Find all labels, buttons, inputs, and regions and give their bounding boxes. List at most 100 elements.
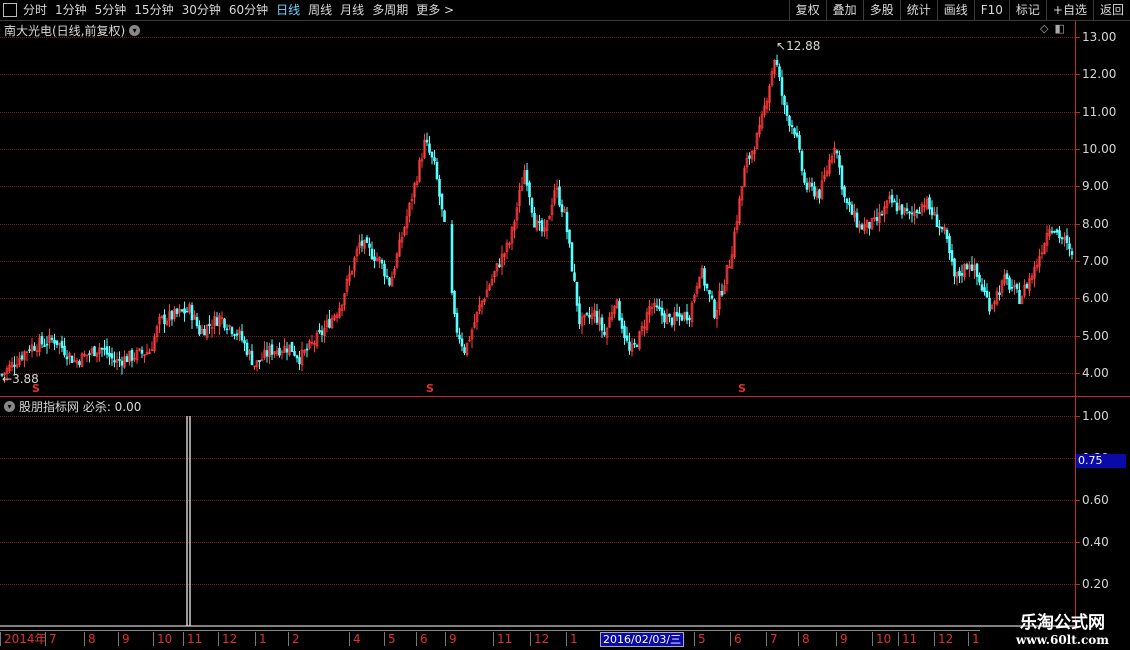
candle-body	[793, 128, 796, 135]
candle-body	[463, 347, 466, 354]
candle-body	[453, 290, 456, 315]
date-label: 12	[218, 632, 237, 646]
candle-body	[600, 317, 604, 331]
candle-body	[1058, 230, 1061, 239]
date-label: 7	[766, 632, 778, 646]
menu-square-icon[interactable]	[3, 3, 17, 17]
date-label: 10	[153, 632, 172, 646]
candle-body	[50, 337, 54, 340]
candle-body	[125, 356, 129, 363]
candle-body	[855, 212, 859, 228]
candle-body	[978, 274, 981, 283]
candle-body	[105, 346, 109, 355]
candle-body	[710, 295, 714, 299]
price-tick: 11.00	[1082, 104, 1117, 119]
toolbar-button[interactable]: 标记	[1008, 0, 1046, 20]
period-tab[interactable]: 日线	[272, 0, 304, 20]
price-tick: 12.00	[1082, 67, 1117, 82]
period-tab[interactable]: 60分钟	[225, 0, 272, 20]
axis-tick-mark	[1076, 186, 1080, 188]
candle-body	[388, 277, 391, 286]
candle-body	[100, 348, 104, 350]
candle-body	[628, 341, 631, 351]
candle-body	[530, 198, 534, 213]
date-label: 8	[798, 632, 810, 646]
date-label: 1	[255, 632, 267, 646]
period-tab[interactable]: 周线	[304, 0, 336, 20]
candle-body	[893, 200, 896, 203]
candle-body	[960, 273, 964, 276]
candle-body	[1018, 290, 1021, 305]
period-tab[interactable]: 多周期	[368, 0, 412, 20]
candle-body	[425, 139, 429, 143]
date-label: 5	[694, 632, 706, 646]
axis-tick-mark	[1076, 500, 1080, 501]
period-tab[interactable]: 15分钟	[130, 0, 177, 20]
indicator-tick: 0.40	[1082, 535, 1109, 549]
period-tab[interactable]: 月线	[336, 0, 368, 20]
candle-body	[1060, 237, 1064, 240]
date-label: 9	[836, 632, 848, 646]
candle-body	[13, 364, 16, 367]
candle-body	[383, 264, 386, 277]
toolbar-button[interactable]: F10	[973, 0, 1009, 20]
period-tab[interactable]: 1分钟	[51, 0, 91, 20]
date-label: 4	[349, 632, 361, 646]
toolbar-button[interactable]: 叠加	[825, 0, 863, 20]
price-tick: 5.00	[1082, 328, 1109, 343]
toolbar-button[interactable]: 多股	[862, 0, 900, 20]
candle-body	[265, 350, 269, 357]
candle-body	[860, 224, 864, 230]
candle-body	[875, 217, 879, 222]
candle-body	[840, 165, 844, 190]
watermark-title: 乐淘公式网	[1020, 613, 1105, 633]
candle-body	[985, 290, 989, 298]
candle-body	[980, 284, 984, 291]
candle-body	[655, 305, 659, 308]
candle-body	[250, 350, 254, 366]
toolbar-button[interactable]: 返回	[1092, 0, 1130, 20]
candle-body	[458, 334, 461, 340]
period-tab[interactable]: 更多 >	[412, 0, 458, 20]
date-label: 9	[445, 632, 457, 646]
toolbar-button[interactable]: 复权	[788, 0, 826, 20]
candle-body	[460, 338, 464, 347]
candle-body	[70, 355, 74, 364]
axis-tick-mark	[1076, 260, 1080, 262]
candle-body	[43, 345, 46, 347]
candle-body	[428, 143, 431, 153]
toolbar-button[interactable]: 画线	[936, 0, 974, 20]
candle-body	[243, 340, 246, 344]
period-tab[interactable]: 5分钟	[91, 0, 131, 20]
candle-body	[298, 357, 301, 364]
candle-body	[435, 161, 439, 180]
candle-body	[233, 334, 236, 336]
candle-body	[803, 172, 806, 183]
candle-body	[713, 299, 716, 318]
price-tick: 13.00	[1082, 30, 1117, 44]
axis-tick-mark	[1076, 37, 1080, 38]
candle-body	[433, 157, 436, 162]
date-label: 12	[934, 632, 953, 646]
candle-body	[385, 275, 389, 278]
candle-body	[708, 289, 711, 295]
candle-body	[705, 284, 709, 289]
indicator-chart[interactable]	[0, 397, 1075, 630]
toolbar-button[interactable]: +自选	[1045, 0, 1093, 20]
candlestick-chart[interactable]	[0, 21, 1075, 396]
candle-body	[800, 151, 804, 171]
candle-body	[225, 328, 229, 331]
candle-body	[798, 135, 801, 150]
period-tab[interactable]: 30分钟	[178, 0, 225, 20]
date-label: 6	[730, 632, 742, 646]
candle-body	[240, 331, 244, 341]
candle-body	[588, 314, 591, 318]
period-tab[interactable]: 分时	[19, 0, 51, 20]
candle-body	[373, 256, 376, 262]
candle-body	[1015, 284, 1019, 289]
candle-body	[55, 340, 59, 345]
candle-body	[813, 186, 816, 197]
candle-body	[103, 348, 106, 350]
axis-tick-mark	[1076, 74, 1080, 76]
toolbar-button[interactable]: 统计	[899, 0, 937, 20]
